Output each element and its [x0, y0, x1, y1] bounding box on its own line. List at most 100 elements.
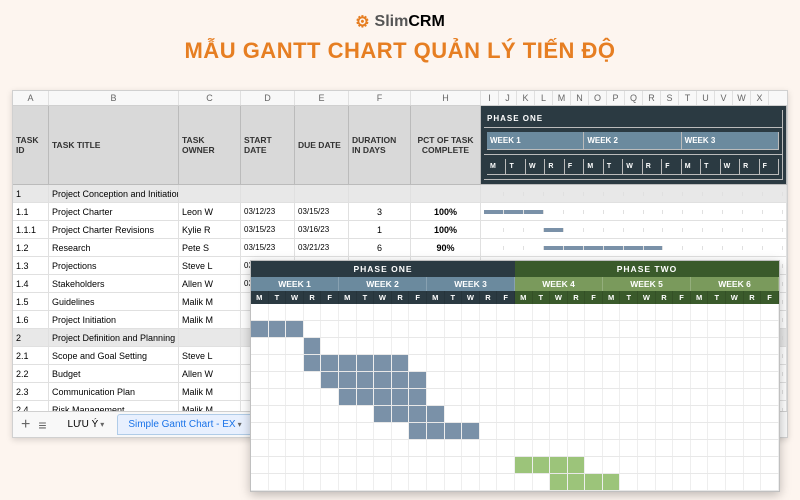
gantt-cell — [568, 423, 586, 439]
cell-id[interactable]: 1.2 — [13, 239, 49, 256]
cell-start[interactable]: 03/15/23 — [241, 239, 295, 256]
col-letter[interactable]: E — [295, 91, 349, 105]
cell-owner[interactable]: Malik M — [179, 293, 241, 310]
cell-due[interactable] — [295, 185, 349, 202]
gantt-bar-area — [481, 185, 787, 202]
cell-title[interactable]: Project Conception and Initiation — [49, 185, 179, 202]
col-letter[interactable]: T — [679, 91, 697, 105]
cell-owner[interactable]: Kylie R — [179, 221, 241, 238]
cell-owner[interactable]: Malik M — [179, 383, 241, 400]
cell-id[interactable]: 2.1 — [13, 347, 49, 364]
gantt-cell — [763, 246, 783, 250]
col-letter[interactable]: O — [589, 91, 607, 105]
cell-pct[interactable]: 90% — [411, 239, 481, 256]
cell-pct[interactable]: 100% — [411, 221, 481, 238]
gantt-cell — [515, 304, 533, 320]
cell-id[interactable]: 1.1.1 — [13, 221, 49, 238]
cell-owner[interactable]: Allen W — [179, 275, 241, 292]
col-letter[interactable]: Q — [625, 91, 643, 105]
table-row[interactable]: 1Project Conception and Initiation — [13, 185, 787, 203]
cell-due[interactable]: 03/15/23 — [295, 203, 349, 220]
col-letter[interactable]: W — [733, 91, 751, 105]
cell-start[interactable]: 03/15/23 — [241, 221, 295, 238]
cell-title[interactable]: Stakeholders — [49, 275, 179, 292]
col-letter[interactable]: K — [517, 91, 535, 105]
gantt-cell — [744, 355, 762, 371]
cell-title[interactable]: Communication Plan — [49, 383, 179, 400]
cell-title[interactable]: Guidelines — [49, 293, 179, 310]
cell-id[interactable]: 2 — [13, 329, 49, 346]
cell-title[interactable]: Research — [49, 239, 179, 256]
col-letter[interactable]: F — [349, 91, 411, 105]
tab-note[interactable]: LƯU Ý▾ — [57, 414, 116, 435]
col-letter[interactable]: S — [661, 91, 679, 105]
cell-start[interactable] — [241, 185, 295, 202]
spreadsheet-overlay[interactable]: PHASE ONE PHASE TWO WEEK 1WEEK 2WEEK 3WE… — [250, 260, 780, 492]
cell-title[interactable]: Budget — [49, 365, 179, 382]
sheets-menu-icon[interactable]: ≡ — [38, 417, 46, 433]
cell-id[interactable]: 1.1 — [13, 203, 49, 220]
gantt-cell — [624, 246, 644, 250]
cell-dur[interactable]: 6 — [349, 239, 411, 256]
add-sheet-button[interactable]: + — [21, 416, 30, 434]
cell-owner[interactable] — [179, 329, 241, 346]
col-letter[interactable]: J — [499, 91, 517, 105]
day-label: T — [506, 159, 525, 175]
cell-dur[interactable]: 3 — [349, 203, 411, 220]
cell-owner[interactable]: Steve L — [179, 257, 241, 274]
table-row[interactable]: 1.2ResearchPete S03/15/2303/21/23690% — [13, 239, 787, 257]
table-row[interactable]: 1.1Project CharterLeon W03/12/2303/15/23… — [13, 203, 787, 221]
cell-due[interactable]: 03/21/23 — [295, 239, 349, 256]
col-letter[interactable]: I — [481, 91, 499, 105]
cell-owner[interactable]: Allen W — [179, 365, 241, 382]
cell-id[interactable]: 1.5 — [13, 293, 49, 310]
cell-due[interactable]: 03/16/23 — [295, 221, 349, 238]
col-letter[interactable]: M — [553, 91, 571, 105]
cell-id[interactable]: 1 — [13, 185, 49, 202]
cell-dur[interactable]: 1 — [349, 221, 411, 238]
cell-pct[interactable]: 100% — [411, 203, 481, 220]
cell-title[interactable]: Project Initiation — [49, 311, 179, 328]
cell-title[interactable]: Project Definition and Planning — [49, 329, 179, 346]
gantt-cell — [673, 474, 691, 490]
col-letter[interactable]: D — [241, 91, 295, 105]
gantt-cell — [744, 338, 762, 354]
tab-active[interactable]: Simple Gantt Chart - EX▾ — [117, 414, 252, 435]
gantt-cell — [533, 321, 551, 337]
col-letter[interactable]: B — [49, 91, 179, 105]
cell-title[interactable]: Scope and Goal Setting — [49, 347, 179, 364]
cell-title[interactable]: Project Charter Revisions — [49, 221, 179, 238]
col-letter[interactable]: V — [715, 91, 733, 105]
gantt-cell — [533, 372, 551, 388]
cell-dur[interactable] — [349, 185, 411, 202]
cell-owner[interactable]: Leon W — [179, 203, 241, 220]
col-letter[interactable]: H — [411, 91, 481, 105]
cell-id[interactable]: 2.3 — [13, 383, 49, 400]
cell-title[interactable]: Project Charter — [49, 203, 179, 220]
cell-id[interactable]: 1.3 — [13, 257, 49, 274]
col-letter[interactable]: X — [751, 91, 769, 105]
cell-id[interactable]: 1.4 — [13, 275, 49, 292]
cell-owner[interactable]: Steve L — [179, 347, 241, 364]
overlay-day: R — [392, 291, 410, 304]
col-letter[interactable]: C — [179, 91, 241, 105]
col-letter[interactable]: N — [571, 91, 589, 105]
col-letter[interactable]: P — [607, 91, 625, 105]
gantt-cell — [504, 246, 524, 250]
gantt-cell — [480, 338, 498, 354]
cell-owner[interactable]: Malik M — [179, 311, 241, 328]
col-letter[interactable]: A — [13, 91, 49, 105]
cell-title[interactable]: Projections — [49, 257, 179, 274]
gantt-cell — [427, 474, 445, 490]
cell-id[interactable]: 2.2 — [13, 365, 49, 382]
cell-id[interactable]: 1.6 — [13, 311, 49, 328]
col-letter[interactable]: R — [643, 91, 661, 105]
col-letter[interactable]: U — [697, 91, 715, 105]
gantt-cell — [515, 406, 533, 422]
col-letter[interactable]: L — [535, 91, 553, 105]
cell-pct[interactable] — [411, 185, 481, 202]
cell-start[interactable]: 03/12/23 — [241, 203, 295, 220]
cell-owner[interactable]: Pete S — [179, 239, 241, 256]
table-row[interactable]: 1.1.1Project Charter RevisionsKylie R03/… — [13, 221, 787, 239]
cell-owner[interactable] — [179, 185, 241, 202]
